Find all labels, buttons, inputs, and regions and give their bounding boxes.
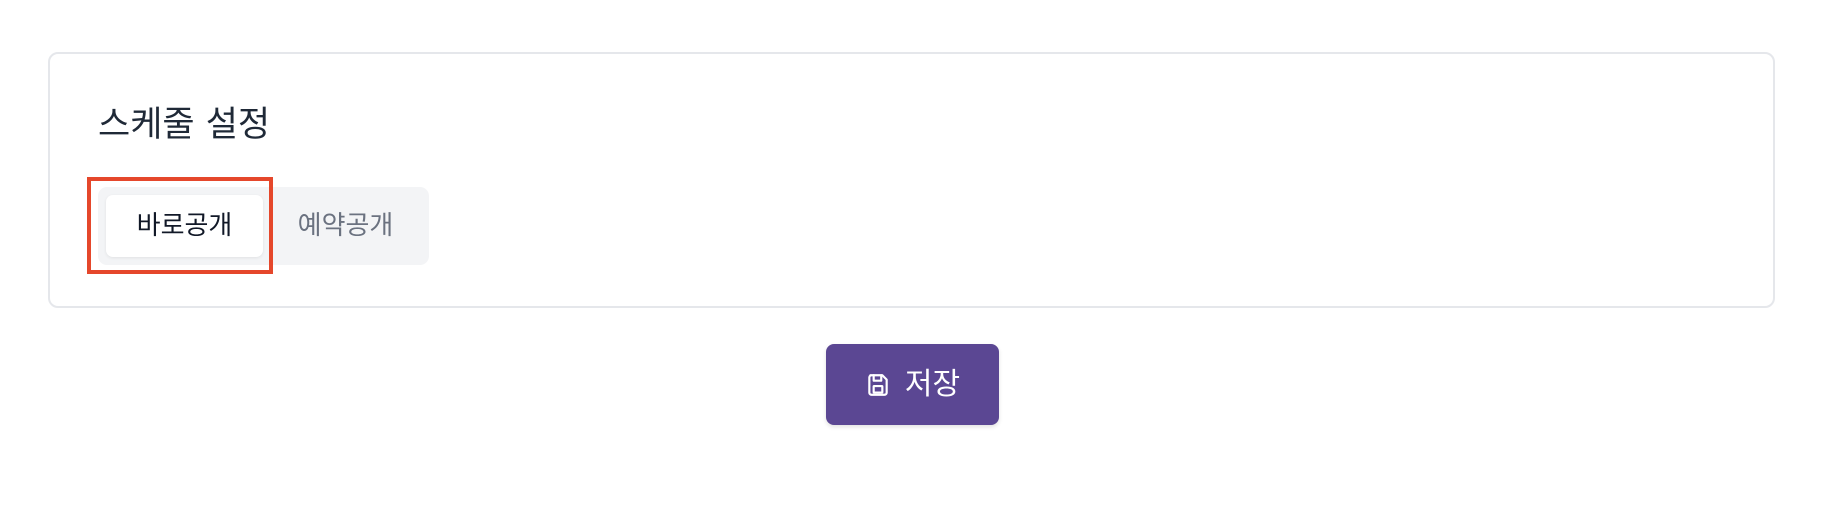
scheduled-publish-option[interactable]: 예약공개 [268,195,423,257]
publish-mode-toggle: 바로공개 예약공개 [98,187,429,265]
schedule-settings-card [48,52,1775,308]
save-icon [868,373,888,396]
save-button-label: 저장 [904,366,961,402]
publish-now-option[interactable]: 바로공개 [106,195,263,257]
save-button[interactable]: 저장 [826,344,999,425]
schedule-settings-title: 스케줄 설정 [98,105,271,145]
